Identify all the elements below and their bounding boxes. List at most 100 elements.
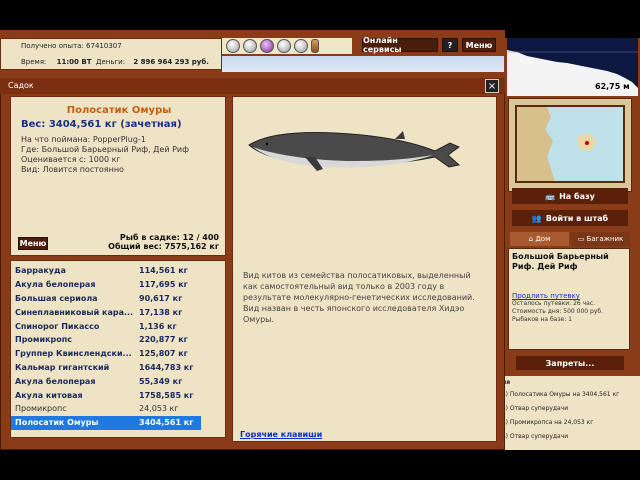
catch-fish-weight: 117,695 кг [139,280,188,290]
money-value: 2 896 964 293 руб. [133,58,209,66]
experience-label: Получено опыта: [21,42,84,50]
to-base-button[interactable]: 🚌 На базу [512,188,628,204]
hotkeys-link[interactable]: Горячие клавиши [240,430,322,439]
location-name: Большой Барьерный Риф. Дей Риф [512,252,609,271]
catch-fish-weight: 220,877 кг [139,335,188,345]
fish-location: Где: Большой Барьерный Риф, Дей Риф [21,145,189,154]
lure-icon[interactable] [243,39,257,53]
trip-cost: Стоимость дня: 500 000 руб. [512,308,603,315]
fish-description: Вид китов из семейства полосатиковых, вы… [243,271,475,324]
tab-baggage-label: Багажник [586,235,624,243]
log-entry: а) Промикропса на 24,053 кг [502,419,594,426]
extend-trip-link[interactable]: Продлить путевку [512,292,626,300]
location-tabs: ⌂ Дом ▭ Багажник [510,232,630,246]
catch-fish-weight: 17,138 кг [139,307,183,317]
fish-bait: На что поймана: PopperPlug-1 [21,135,146,144]
window-title: Садок [0,78,505,94]
catch-list-row[interactable]: Группер Квинслендски... 125,807 кг [11,347,225,361]
lure-icon[interactable] [226,39,240,53]
catch-fish-name: Промикропс [15,404,67,414]
catch-fish-weight: 55,349 кг [139,376,183,386]
fish-value: Оценивается с: 1000 кг [21,155,121,164]
catch-list-row[interactable]: Синеплавниковый кара... 17,138 кг [11,305,225,319]
log-entry: а) Отвар суперудачи [502,405,569,412]
tab-home-label: Дом [535,235,551,243]
minimap[interactable] [515,105,625,183]
time-value: 11:00 ВТ [56,58,92,66]
time-label: Время: [21,58,47,66]
lure-icon[interactable] [277,39,291,53]
catch-fish-weight: 1,136 кг [139,321,177,331]
catch-fish-weight: 1644,783 кг [139,362,194,372]
catch-list-row[interactable]: Барракуда 114,561 кг [11,264,225,278]
catch-fish-name: Синеплавниковый кара... [15,307,134,317]
fish-weight: Вес: 3404,561 кг (зачетная) [21,119,182,130]
catch-list-row[interactable]: Акула белоперая 55,349 кг [11,374,225,388]
enter-hq-label: Войти в штаб [545,213,609,223]
catch-list-row[interactable]: Спинорог Пикассо 1,136 кг [11,319,225,333]
help-button[interactable]: ? [442,38,458,52]
menu-button[interactable]: Меню [462,38,496,52]
sky-strip [222,56,504,72]
reef-map [517,107,623,181]
catch-fish-weight: 114,561 кг [139,266,188,276]
people-icon: 👥 [531,213,542,223]
enter-hq-button[interactable]: 👥 Войти в штаб [512,210,628,226]
fish-info-panel: Полосатик Омуры Вес: 3404,561 кг (зачетн… [10,96,226,256]
catch-fish-name: Акула китовая [15,390,83,400]
fish-menu-button[interactable]: Меню [18,237,48,250]
catch-fish-weight: 1758,585 кг [139,390,194,400]
experience-value: 67410307 [86,42,122,50]
close-button[interactable]: × [485,79,499,93]
catch-fish-weight: 90,617 кг [139,293,183,303]
catch-fish-name: Спинорог Пикассо [15,321,100,331]
bottle-icon[interactable] [311,39,319,53]
tab-baggage[interactable]: ▭ Багажник [571,232,630,246]
catch-list-row[interactable]: Кальмар гигантский 1644,783 кг [11,361,225,375]
lure-purple-icon[interactable] [260,39,274,53]
catch-fish-name: Кальмар гигантский [15,362,110,372]
catch-fish-name: Акула белоперая [15,376,96,386]
bus-icon: 🚌 [545,191,556,201]
catch-list-row[interactable]: Акула китовая 1758,585 кг [11,388,225,402]
log-header: ия [502,379,511,386]
whale-image [248,131,461,171]
money-label: Деньги: [96,58,126,66]
catch-fish-name: Барракуда [15,266,66,276]
quick-inventory [222,38,352,54]
catch-list-row[interactable]: Акула белоперая 117,695 кг [11,278,225,292]
location-info: Большой Барьерный Риф. Дей Риф Продлить … [508,248,630,350]
catch-fish-name: Полосатик Омуры [15,418,99,428]
log-entry: а) Полосатика Омуры на 3404,561 кг [502,391,620,398]
catch-fish-name: Промикропс [15,335,72,345]
catch-list-row[interactable]: Промикропс 24,053 кг [11,402,225,416]
home-icon: ⌂ [528,235,534,243]
trip-left: Осталось путевки: 26 час. [512,300,596,307]
lure-icon[interactable] [294,39,308,53]
catch-fish-weight: 125,807 кг [139,349,188,359]
catch-list: Барракуда 114,561 кг Акула белоперая 117,69… [10,260,226,438]
depth-value: 62,75 м [595,82,630,91]
catch-fish-name: Группер Квинслендски... [15,349,132,359]
fish-description-panel: Вид китов из семейства полосатиковых, вы… [232,96,497,442]
fish-total-weight: Общий вес: 7575,162 кг [108,242,219,251]
depth-profile: 62,75 м [507,38,638,96]
fishers-count: Рыбаков на базе: 1 [512,316,572,323]
fish-count: Рыб в садке: 12 / 400 [119,233,219,242]
catch-fish-weight: 3404,561 кг [139,418,194,428]
car-icon: ▭ [577,235,585,243]
catch-list-row[interactable]: Полосатик Омуры 3404,561 кг [11,415,201,430]
catch-fish-name: Акула белоперая [15,280,96,290]
bans-button[interactable]: Запреты... [516,356,624,370]
catch-fish-name: Большая сериола [15,293,98,303]
log-entry: а) Отвар суперудачи [502,433,569,440]
fish-name: Полосатик Омуры [66,105,172,116]
to-base-label: На базу [559,191,595,201]
catch-fish-weight: 24,053 кг [139,404,179,414]
tab-home[interactable]: ⌂ Дом [510,232,569,246]
catch-list-row[interactable]: Большая сериола 90,617 кг [11,292,225,306]
online-services-button[interactable]: Онлайн сервисы [362,36,438,54]
event-log: ия а) Полосатика Омуры на 3404,561 кг а)… [500,376,640,450]
player-stats-panel: Получено опыта: 67410307 Время: 11:00 ВТ… [0,38,222,70]
catch-list-row[interactable]: Промикропс 220,877 кг [11,333,225,347]
